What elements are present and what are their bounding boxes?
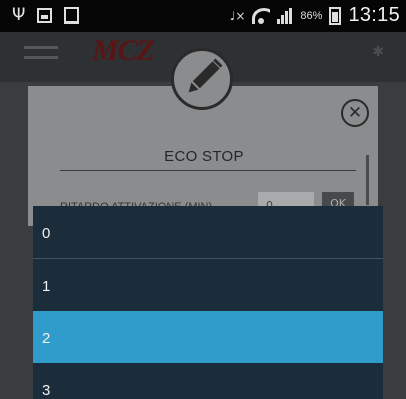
options-dropdown: 0 1 2 3 xyxy=(33,206,383,399)
brand-logo: MCZ xyxy=(92,34,155,67)
option-3[interactable]: 3 xyxy=(33,363,383,399)
battery-percent: 86% xyxy=(300,9,323,22)
option-1[interactable]: 1 xyxy=(33,259,383,311)
option-2[interactable]: 2 xyxy=(33,311,383,363)
gallery-icon xyxy=(64,6,80,24)
clock: 13:15 xyxy=(348,4,400,26)
status-left-icons: Ψ xyxy=(12,5,80,25)
mute-icon: ♩× xyxy=(229,8,246,23)
pencil-icon xyxy=(171,48,233,110)
dialog-title: ECO STOP xyxy=(164,148,244,165)
option-0[interactable]: 0 xyxy=(33,206,383,258)
title-divider xyxy=(60,170,356,171)
usb-icon: Ψ xyxy=(12,5,26,25)
menu-icon[interactable] xyxy=(24,46,58,66)
status-bar: Ψ ♩× 86% 13:15 xyxy=(0,0,406,32)
signal-icon xyxy=(277,7,293,24)
status-right-icons: ♩× 86% 13:15 xyxy=(230,4,400,27)
close-icon[interactable]: ✕ xyxy=(341,99,369,127)
dialog-scrollbar[interactable] xyxy=(366,155,369,205)
battery-icon xyxy=(329,6,342,25)
gear-icon[interactable]: ✱ xyxy=(372,44,384,60)
screenshot-icon xyxy=(37,7,53,23)
wifi-icon xyxy=(252,7,271,24)
